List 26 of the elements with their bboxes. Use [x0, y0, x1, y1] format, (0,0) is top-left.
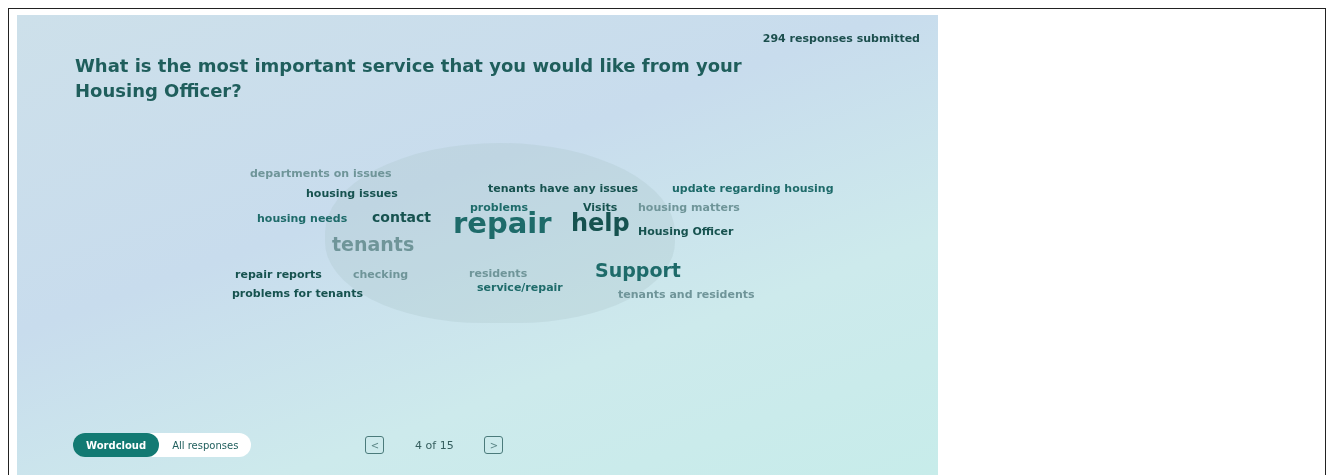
cloud-word: housing matters	[638, 202, 740, 213]
cloud-word: tenants	[332, 235, 415, 254]
cloud-word: housing needs	[257, 213, 348, 224]
page-position: 4 of 15	[414, 438, 455, 452]
cloud-word: residents	[469, 268, 528, 279]
cloud-word: tenants have any issues	[488, 183, 639, 194]
cloud-word: tenants and residents	[618, 289, 755, 300]
cloud-word: Visits	[583, 202, 618, 213]
view-tab[interactable]: Wordcloud	[73, 433, 160, 457]
cloud-word: help	[571, 211, 630, 235]
cloud-word: Support	[595, 261, 681, 280]
next-button[interactable]: >	[484, 436, 504, 454]
cloud-word: problems for tenants	[232, 288, 363, 299]
cloud-word: service/repair	[477, 282, 563, 293]
cloud-word: departments on issues	[250, 168, 392, 179]
cloud-word: repair reports	[235, 269, 322, 280]
view-tab[interactable]: All responses	[159, 433, 252, 457]
cloud-word: checking	[353, 269, 409, 280]
cloud-word: Housing Officer	[638, 226, 734, 237]
cloud-word: problems	[470, 202, 528, 213]
question-title: What is the most important service that you would like from your Housing Officer?	[75, 54, 743, 103]
responses-count: 294 responses submitted	[762, 32, 920, 45]
cloud-word: contact	[372, 210, 431, 224]
cloud-word: update regarding housing	[672, 183, 834, 194]
cloud-word: housing issues	[306, 188, 398, 199]
previous-button[interactable]: <	[365, 436, 385, 454]
